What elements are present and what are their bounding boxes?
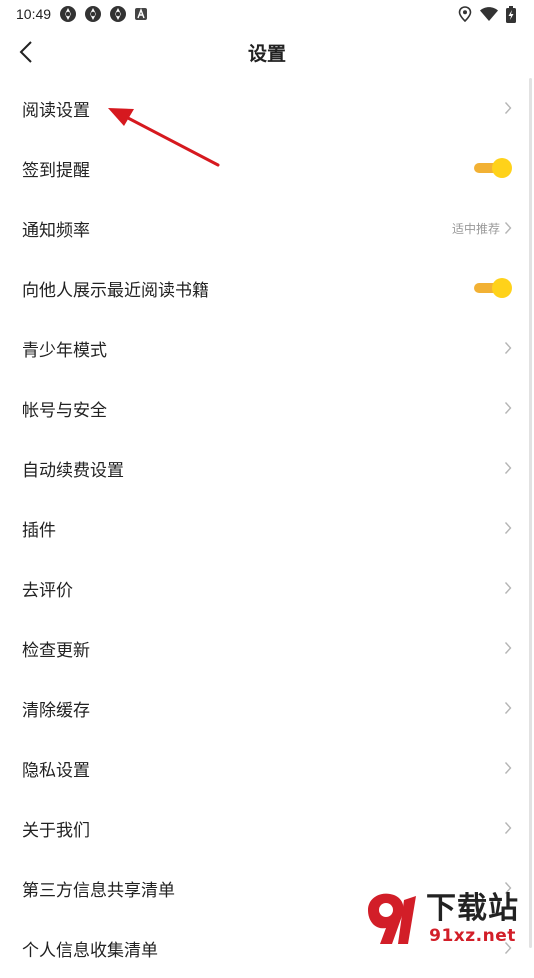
settings-row-label: 青少年模式 [22, 340, 107, 361]
header: 设置 [0, 28, 534, 76]
settings-row-right [504, 521, 512, 535]
settings-row-label: 隐私设置 [22, 760, 90, 781]
a-badge-icon [135, 8, 148, 20]
wifi-icon [480, 7, 498, 21]
settings-row[interactable]: 插件 [0, 498, 534, 558]
settings-row-label: 通知频率 [22, 220, 90, 241]
chevron-right-icon [504, 581, 512, 595]
settings-row-right [504, 641, 512, 655]
settings-row-right [504, 341, 512, 355]
chevron-right-icon [504, 521, 512, 535]
watermark-site: 91xz.net [429, 926, 516, 946]
settings-row[interactable]: 自动续费设置 [0, 438, 534, 498]
settings-row-value: 适中推荐 [451, 221, 500, 236]
settings-row-label: 插件 [22, 520, 56, 541]
toggle-switch[interactable] [474, 278, 512, 298]
chevron-right-icon [504, 341, 512, 355]
app-notification-icon [85, 6, 102, 22]
settings-row-right [504, 581, 512, 595]
settings-row-label: 关于我们 [22, 820, 90, 841]
settings-row-label: 清除缓存 [22, 700, 90, 721]
settings-row-right [504, 461, 512, 475]
settings-row[interactable]: 关于我们 [0, 798, 534, 858]
watermark-text: 下载站 91xz.net [426, 891, 519, 947]
chevron-right-icon [504, 821, 512, 835]
settings-row[interactable]: 青少年模式 [0, 318, 534, 378]
settings-row-right [474, 158, 512, 178]
toggle-knob [492, 158, 512, 178]
settings-row[interactable]: 清除缓存 [0, 678, 534, 738]
watermark: 下载站 91xz.net [358, 890, 528, 948]
notification-icons [59, 5, 148, 23]
settings-row-right [504, 101, 512, 115]
settings-row[interactable]: 向他人展示最近阅读书籍 [0, 258, 534, 318]
chevron-right-icon [504, 461, 512, 475]
app-notification-icon [110, 6, 127, 22]
settings-row[interactable]: 帐号与安全 [0, 378, 534, 438]
page-title: 设置 [247, 43, 286, 65]
settings-row-label: 签到提醒 [22, 160, 90, 181]
status-bar: 10:49 [0, 0, 534, 28]
status-left: 10:49 [16, 5, 148, 23]
settings-row[interactable]: 检查更新 [0, 618, 534, 678]
settings-row-right [504, 701, 512, 715]
settings-row-label: 帐号与安全 [22, 400, 107, 421]
settings-row-label: 检查更新 [22, 640, 90, 661]
chevron-right-icon [504, 221, 512, 235]
chevron-right-icon [504, 641, 512, 655]
battery-charging-icon [506, 5, 516, 23]
settings-row[interactable]: 阅读设置 [0, 78, 534, 138]
toggle-switch[interactable] [474, 158, 512, 178]
settings-row-label: 去评价 [22, 580, 73, 601]
settings-row-label: 自动续费设置 [22, 460, 124, 481]
status-right [458, 5, 516, 23]
settings-row-right [504, 401, 512, 415]
settings-list: 阅读设置签到提醒通知频率 适中推荐向他人展示最近阅读书籍 青少年模式帐号与安全自动续… [0, 78, 534, 978]
settings-row[interactable]: 签到提醒 [0, 138, 534, 198]
settings-row[interactable]: 去评价 [0, 558, 534, 618]
watermark-logo-icon [368, 893, 416, 944]
scrollbar[interactable] [529, 78, 532, 948]
settings-row-label: 向他人展示最近阅读书籍 [22, 280, 209, 301]
chevron-right-icon [504, 761, 512, 775]
toggle-knob [492, 278, 512, 298]
settings-row-right: 适中推荐 [452, 220, 512, 237]
status-time: 10:49 [16, 6, 52, 22]
chevron-right-icon [504, 101, 512, 115]
settings-row[interactable]: 隐私设置 [0, 738, 534, 798]
settings-row-label: 阅读设置 [22, 100, 90, 121]
chevron-right-icon [504, 701, 512, 715]
chevron-right-icon [504, 401, 512, 415]
settings-row[interactable]: 通知频率 适中推荐 [0, 198, 534, 258]
settings-row-right [504, 821, 512, 835]
location-icon [458, 6, 472, 22]
settings-row-right [504, 761, 512, 775]
app-notification-icon [60, 6, 77, 22]
settings-row-right [474, 278, 512, 298]
watermark-logo [358, 890, 424, 948]
watermark-title: 下载站 [426, 891, 519, 926]
